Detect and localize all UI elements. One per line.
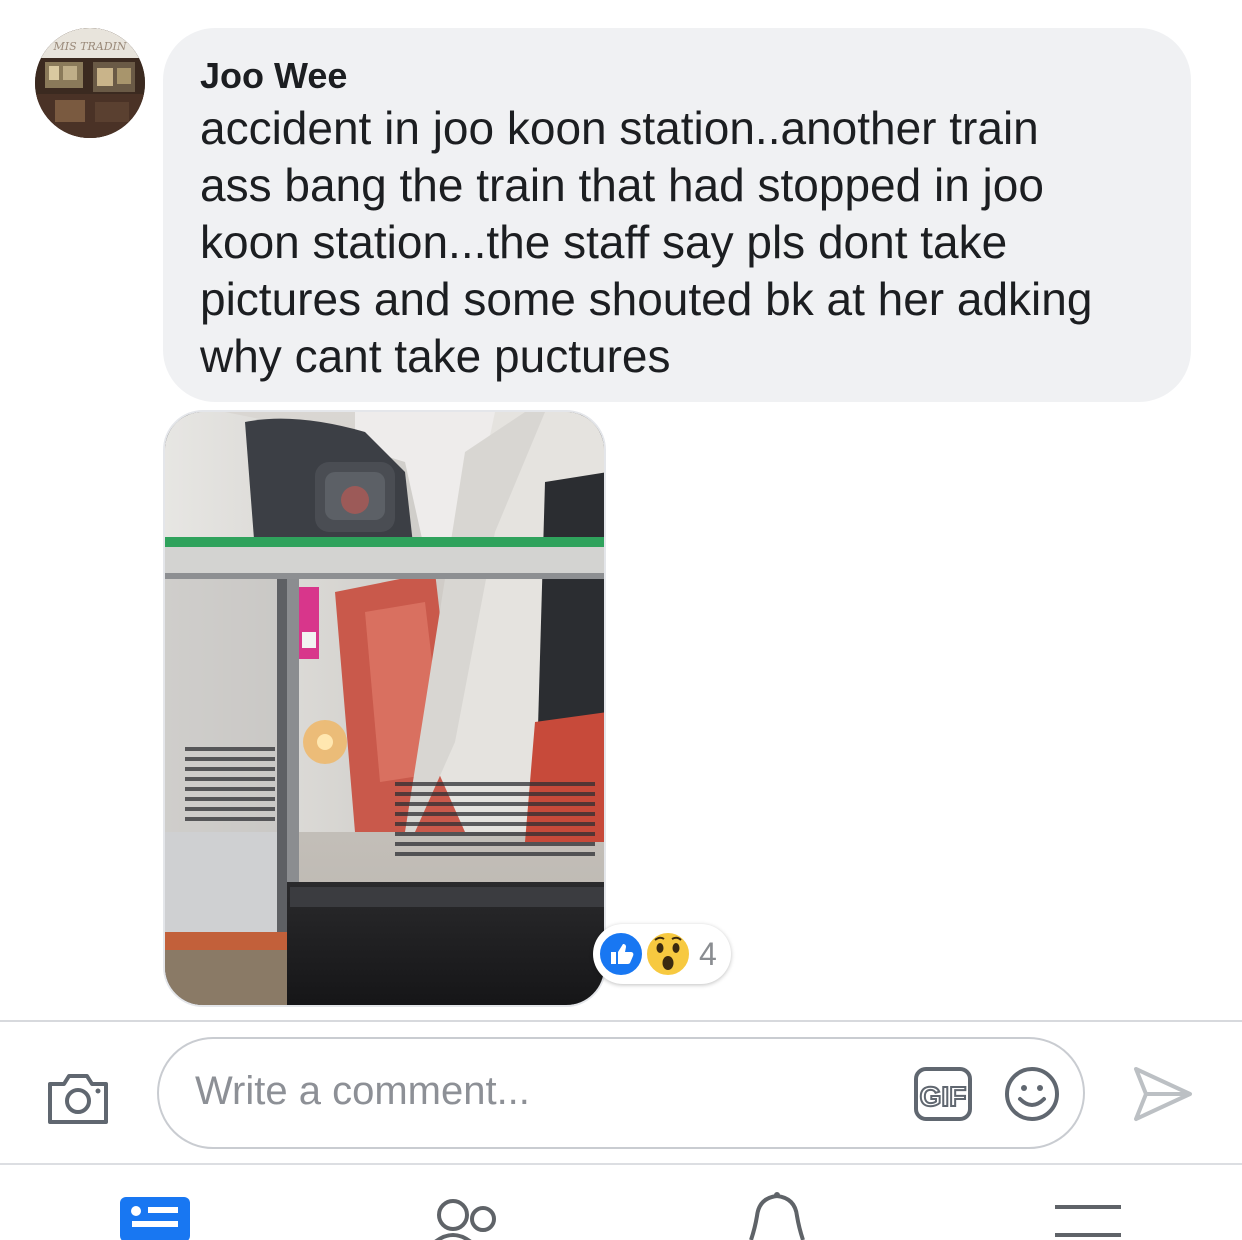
avatar-sign-text: MIS TRADIN: [53, 40, 127, 53]
comment-line: why cant take puctures: [200, 330, 671, 382]
avatar-image: MIS TRADIN: [35, 28, 145, 138]
bottom-navigation: [0, 1163, 1242, 1240]
comment-photo[interactable]: [163, 410, 606, 1007]
notifications-icon[interactable]: [745, 1191, 809, 1240]
like-icon: [598, 931, 644, 977]
comment-input[interactable]: Write a comment... GIF: [157, 1037, 1085, 1149]
camera-icon[interactable]: [45, 1070, 111, 1126]
divider: [0, 1020, 1242, 1022]
reactions-summary[interactable]: 4: [593, 924, 731, 984]
wow-icon: [645, 931, 691, 977]
friends-icon[interactable]: [433, 1197, 501, 1240]
avatar[interactable]: MIS TRADIN: [35, 28, 145, 138]
reaction-count: 4: [699, 936, 717, 972]
comment-line: ass bang the train that had stopped in j…: [200, 159, 1044, 211]
menu-icon[interactable]: [1055, 1203, 1121, 1240]
comment-line: koon station...the staff say pls dont ta…: [200, 216, 1008, 268]
comment-author-name[interactable]: Joo Wee: [200, 55, 347, 97]
comment-line: accident in joo koon station..another tr…: [200, 102, 1039, 154]
comment-input-placeholder: Write a comment...: [195, 1069, 530, 1113]
train-photo-image: [165, 412, 604, 1005]
gif-icon[interactable]: GIF: [914, 1067, 972, 1121]
gif-label: GIF: [920, 1081, 967, 1112]
emoji-icon[interactable]: [1004, 1066, 1060, 1122]
comment-line: pictures and some shouted bk at her adki…: [200, 273, 1093, 325]
comment-text: accident in joo koon station..another tr…: [200, 100, 1180, 385]
send-icon[interactable]: [1132, 1065, 1194, 1123]
news-feed-icon[interactable]: [120, 1195, 190, 1240]
